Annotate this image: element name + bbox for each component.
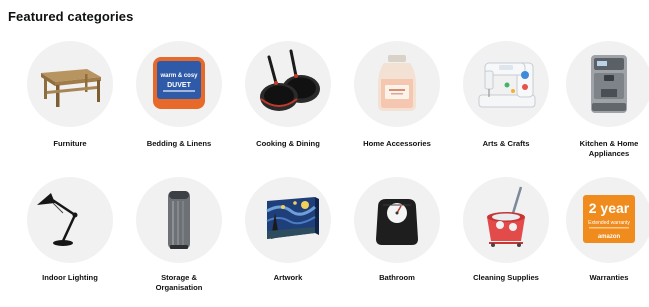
duvet-package-text-1: warm & cosy <box>159 73 198 79</box>
category-tile-artwork[interactable]: Artwork <box>224 177 332 307</box>
category-label: Bedding & Linens <box>146 139 212 148</box>
duvet-package-text-2: DUVET <box>167 82 191 89</box>
category-image-storage-organisation <box>136 177 222 263</box>
sewing-machine-icon <box>478 62 536 108</box>
category-tile-cleaning-supplies[interactable]: Cleaning Supplies <box>442 177 550 307</box>
category-label: Warranties <box>589 273 629 282</box>
category-image-kitchen-home-appliances <box>566 41 649 127</box>
category-image-cooking-dining <box>245 41 331 127</box>
category-label: Bathroom <box>379 273 415 282</box>
category-label: Cooking & Dining <box>256 139 320 148</box>
category-image-indoor-lighting <box>27 177 113 263</box>
category-image-arts-crafts <box>463 41 549 127</box>
category-label: Home Accessories <box>363 139 431 148</box>
category-tile-indoor-lighting[interactable]: Indoor Lighting <box>6 177 114 307</box>
category-tile-bedding-linens[interactable]: warm & cosy DUVET Bedding & Linens <box>115 41 223 171</box>
category-tile-furniture[interactable]: Furniture <box>6 41 114 171</box>
frying-pans-icon <box>260 49 320 111</box>
category-tile-kitchen-home-appliances[interactable]: Kitchen & Home Appliances <box>545 41 649 171</box>
canvas-painting-icon <box>266 197 319 239</box>
category-tile-warranties[interactable]: 2 year Extended warranty amazon Warranti… <box>545 177 649 307</box>
category-image-cleaning-supplies <box>463 177 549 263</box>
category-tile-home-accessories[interactable]: Home Accessories <box>333 41 441 171</box>
category-image-home-accessories <box>354 41 440 127</box>
coffee-machine-icon <box>591 55 627 113</box>
category-label-line-2: Organisation <box>155 283 203 292</box>
category-label-line-1: Storage & <box>161 273 197 282</box>
category-label-line-2: Appliances <box>588 149 630 158</box>
desk-lamp-icon <box>37 193 78 246</box>
category-image-bathroom <box>354 177 440 263</box>
category-image-warranties: 2 year Extended warranty amazon <box>566 177 649 263</box>
candle-jar-icon <box>378 55 416 111</box>
bathroom-scale-icon <box>376 199 418 245</box>
warranty-card-title: 2 year <box>589 200 630 216</box>
warranty-card-brand: amazon <box>598 234 621 240</box>
mop-bucket-icon <box>487 186 525 247</box>
warranty-card-icon: 2 year Extended warranty amazon <box>583 195 635 243</box>
category-image-bedding-linens: warm & cosy DUVET <box>136 41 222 127</box>
category-label: Storage & Organisation <box>121 273 237 293</box>
pedal-bin-icon <box>168 191 190 249</box>
category-label-line-1: Kitchen & Home <box>579 139 639 148</box>
category-tile-storage-organisation[interactable]: Storage & Organisation <box>115 177 223 307</box>
duvet-package-icon: warm & cosy DUVET <box>153 57 205 109</box>
category-label: Kitchen & Home Appliances <box>551 139 649 159</box>
category-label: Furniture <box>53 139 87 148</box>
coffee-table-icon <box>41 69 101 107</box>
categories-grid: Furniture warm & cosy DUVET Bedding & Li… <box>0 0 649 295</box>
category-image-furniture <box>27 41 113 127</box>
warranty-card-text: Extended warranty <box>588 220 630 226</box>
category-image-artwork <box>245 177 331 263</box>
category-tile-bathroom[interactable]: Bathroom <box>333 177 441 307</box>
category-tile-arts-crafts[interactable]: Arts & Crafts <box>442 41 550 171</box>
category-label: Indoor Lighting <box>42 273 98 282</box>
category-label: Artwork <box>273 273 303 282</box>
category-tile-cooking-dining[interactable]: Cooking & Dining <box>224 41 332 171</box>
